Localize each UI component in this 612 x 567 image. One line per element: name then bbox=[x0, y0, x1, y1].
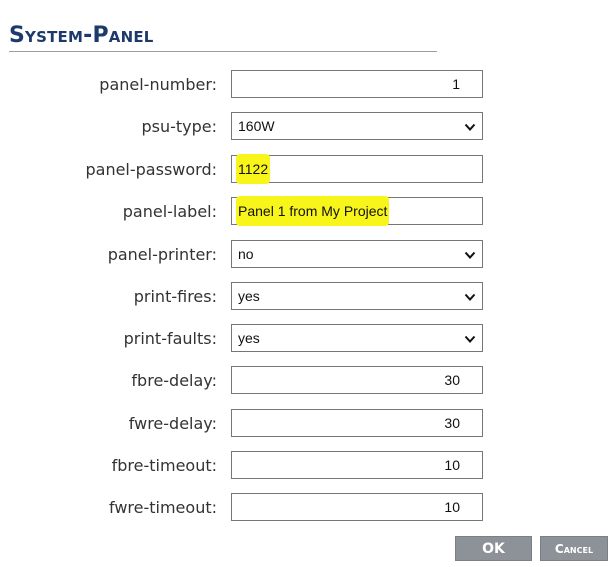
panel-number-input[interactable]: 1 bbox=[231, 70, 483, 98]
row-psu-type: psu-type: 160W bbox=[0, 112, 612, 142]
title-divider bbox=[9, 51, 437, 52]
panel-printer-label: panel-printer: bbox=[107, 245, 217, 264]
row-panel-password: panel-password: 1122 bbox=[0, 155, 612, 185]
fwre-delay-value: 30 bbox=[444, 415, 460, 431]
panel-printer-value: no bbox=[238, 246, 254, 262]
psu-type-select[interactable]: 160W bbox=[231, 112, 483, 140]
panel-password-value: 1122 bbox=[238, 156, 269, 182]
row-panel-printer: panel-printer: no bbox=[0, 240, 612, 270]
fbre-timeout-value: 10 bbox=[444, 457, 460, 473]
print-fires-value: yes bbox=[238, 288, 260, 304]
chevron-down-icon bbox=[464, 251, 476, 259]
panel-label-label: panel-label: bbox=[122, 202, 217, 221]
fwre-timeout-value: 10 bbox=[444, 499, 460, 515]
print-fires-label: print-fires: bbox=[133, 287, 217, 306]
fbre-timeout-input[interactable]: 10 bbox=[231, 451, 483, 479]
fbre-delay-input[interactable]: 30 bbox=[231, 366, 483, 394]
print-faults-label: print-faults: bbox=[123, 329, 217, 348]
row-fbre-delay: fbre-delay: 30 bbox=[0, 366, 612, 396]
panel-label-input[interactable]: Panel 1 from My Project bbox=[231, 197, 483, 225]
chevron-down-icon bbox=[464, 123, 476, 131]
psu-type-value: 160W bbox=[238, 118, 275, 134]
row-fwre-timeout: fwre-timeout: 10 bbox=[0, 493, 612, 523]
fwre-delay-label: fwre-delay: bbox=[128, 414, 217, 433]
panel-password-label: panel-password: bbox=[85, 160, 217, 179]
panel-printer-select[interactable]: no bbox=[231, 240, 483, 268]
chevron-down-icon bbox=[464, 335, 476, 343]
print-faults-select[interactable]: yes bbox=[231, 324, 483, 352]
row-print-fires: print-fires: yes bbox=[0, 282, 612, 312]
fwre-delay-input[interactable]: 30 bbox=[231, 409, 483, 437]
fwre-timeout-label: fwre-timeout: bbox=[108, 498, 217, 517]
ok-button[interactable]: OK bbox=[455, 536, 532, 561]
panel-label-value: Panel 1 from My Project bbox=[238, 198, 388, 224]
row-fwre-delay: fwre-delay: 30 bbox=[0, 409, 612, 439]
row-panel-label: panel-label: Panel 1 from My Project bbox=[0, 197, 612, 227]
row-fbre-timeout: fbre-timeout: 10 bbox=[0, 451, 612, 481]
panel-number-label: panel-number: bbox=[99, 75, 217, 94]
fbre-timeout-label: fbre-timeout: bbox=[111, 456, 217, 475]
psu-type-label: psu-type: bbox=[141, 117, 217, 136]
row-panel-number: panel-number: 1 bbox=[0, 70, 612, 100]
cancel-button[interactable]: Cancel bbox=[540, 536, 608, 561]
fwre-timeout-input[interactable]: 10 bbox=[231, 493, 483, 521]
row-print-faults: print-faults: yes bbox=[0, 324, 612, 354]
dialog-title: System-Panel bbox=[9, 23, 154, 48]
panel-password-input[interactable]: 1122 bbox=[231, 155, 483, 183]
panel-number-value: 1 bbox=[452, 76, 460, 92]
chevron-down-icon bbox=[464, 293, 476, 301]
fbre-delay-label: fbre-delay: bbox=[131, 371, 217, 390]
fbre-delay-value: 30 bbox=[444, 372, 460, 388]
print-faults-value: yes bbox=[238, 330, 260, 346]
print-fires-select[interactable]: yes bbox=[231, 282, 483, 310]
